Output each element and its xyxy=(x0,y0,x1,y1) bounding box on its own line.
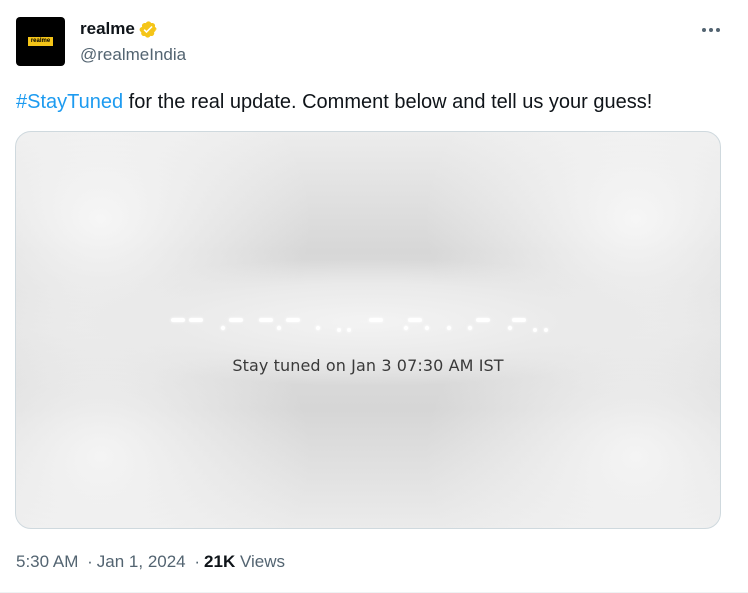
views-label[interactable]: Views xyxy=(240,552,285,571)
avatar-logo: realme xyxy=(27,37,54,46)
meta-separator: · xyxy=(87,552,93,571)
author-name-row[interactable]: realme xyxy=(80,19,158,39)
views-count[interactable]: 21K xyxy=(204,552,235,571)
tweet-body-text: for the real update. Comment below and t… xyxy=(123,91,653,113)
author-handle[interactable]: @realmeIndia xyxy=(80,45,186,65)
tweet-text: #StayTuned for the real update. Comment … xyxy=(16,89,731,115)
more-horizontal-icon[interactable] xyxy=(697,18,725,42)
morse-lights-graphic xyxy=(171,318,548,332)
verified-badge-icon xyxy=(139,20,157,38)
tweet-time[interactable]: 5:30 AM xyxy=(16,552,78,571)
avatar[interactable]: realme xyxy=(16,17,65,66)
author-name[interactable]: realme xyxy=(80,19,135,39)
media-image[interactable]: Stay tuned on Jan 3 07:30 AM IST xyxy=(15,131,721,529)
tweet-meta: 5:30 AM · Jan 1, 2024 · 21K Views xyxy=(16,552,285,572)
tweet-date[interactable]: Jan 1, 2024 xyxy=(97,552,186,571)
hashtag-link[interactable]: #StayTuned xyxy=(16,91,123,113)
tweet-card: realme realme @realmeIndia #StayTuned fo… xyxy=(0,0,748,593)
meta-separator: · xyxy=(194,552,201,571)
media-caption: Stay tuned on Jan 3 07:30 AM IST xyxy=(232,356,504,375)
